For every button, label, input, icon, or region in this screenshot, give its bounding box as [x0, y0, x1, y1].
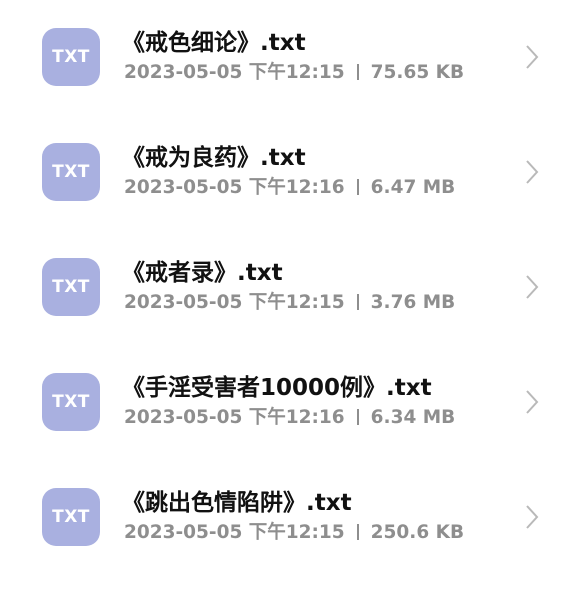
file-meta: 2023-05-05 下午12:15 3.76 MB — [124, 290, 455, 316]
file-type-label: TXT — [52, 392, 90, 412]
meta-separator — [356, 294, 359, 310]
file-type-label: TXT — [52, 47, 90, 67]
file-type-label: TXT — [52, 277, 90, 297]
file-meta: 2023-05-05 下午12:15 75.65 KB — [124, 60, 464, 86]
txt-file-icon: TXT — [42, 258, 100, 316]
file-size: 3.76 MB — [370, 292, 456, 313]
meta-separator — [356, 64, 359, 80]
file-row[interactable]: TXT 《跳出色情陷阱》.txt 2023-05-05 下午12:15 250.6… — [0, 488, 580, 600]
file-list: TXT 《戒色细论》.txt 2023-05-05 下午12:15 75.65 K… — [0, 0, 580, 600]
file-date: 2023-05-05 下午12:15 — [124, 522, 345, 543]
file-row[interactable]: TXT 《戒为良药》.txt 2023-05-05 下午12:16 6.47 MB — [0, 143, 580, 255]
file-row[interactable]: TXT 《戒色细论》.txt 2023-05-05 下午12:15 75.65 K… — [0, 28, 580, 140]
file-date: 2023-05-05 下午12:15 — [124, 62, 345, 83]
chevron-right-icon[interactable] — [522, 274, 542, 300]
file-meta: 2023-05-05 下午12:16 6.47 MB — [124, 175, 455, 201]
file-row[interactable]: TXT 《手淫受害者10000例》.txt 2023-05-05 下午12:16… — [0, 373, 580, 485]
meta-separator — [356, 524, 359, 540]
file-type-label: TXT — [52, 507, 90, 527]
file-name: 《戒为良药》.txt — [122, 145, 306, 171]
file-date: 2023-05-05 下午12:15 — [124, 292, 345, 313]
meta-separator — [356, 179, 359, 195]
file-date: 2023-05-05 下午12:16 — [124, 177, 345, 198]
meta-separator — [356, 409, 359, 425]
chevron-right-icon[interactable] — [522, 504, 542, 530]
file-name: 《跳出色情陷阱》.txt — [122, 490, 352, 516]
file-meta: 2023-05-05 下午12:15 250.6 KB — [124, 520, 464, 546]
file-size: 6.34 MB — [370, 407, 456, 428]
chevron-right-icon[interactable] — [522, 44, 542, 70]
file-name: 《戒色细论》.txt — [122, 30, 306, 56]
txt-file-icon: TXT — [42, 373, 100, 431]
txt-file-icon: TXT — [42, 488, 100, 546]
file-name: 《戒者录》.txt — [122, 260, 283, 286]
file-row[interactable]: TXT 《戒者录》.txt 2023-05-05 下午12:15 3.76 MB — [0, 258, 580, 370]
txt-file-icon: TXT — [42, 28, 100, 86]
file-date: 2023-05-05 下午12:16 — [124, 407, 345, 428]
file-name: 《手淫受害者10000例》.txt — [122, 375, 432, 401]
file-type-label: TXT — [52, 162, 90, 182]
txt-file-icon: TXT — [42, 143, 100, 201]
file-size: 250.6 KB — [370, 522, 465, 543]
file-size: 75.65 KB — [370, 62, 465, 83]
chevron-right-icon[interactable] — [522, 159, 542, 185]
file-size: 6.47 MB — [370, 177, 456, 198]
chevron-right-icon[interactable] — [522, 389, 542, 415]
file-meta: 2023-05-05 下午12:16 6.34 MB — [124, 405, 455, 431]
